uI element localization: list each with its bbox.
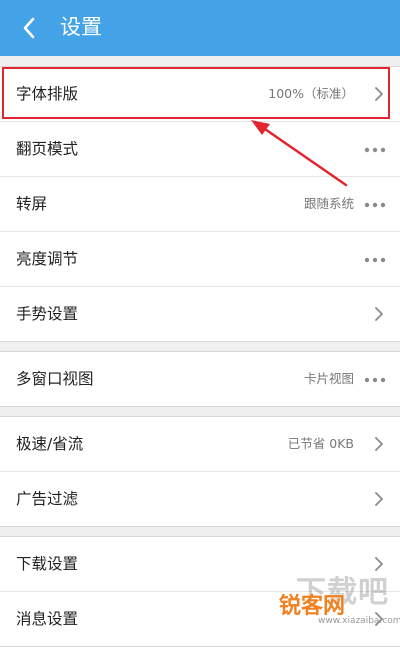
settings-row-font-layout[interactable]: 字体排版 100%（标准）: [0, 67, 400, 122]
settings-group-windows: 多窗口视图 卡片视图: [0, 351, 400, 407]
row-label: 字体排版: [16, 85, 79, 103]
row-label: 翻页模式: [16, 140, 79, 158]
row-label: 转屏: [16, 195, 48, 213]
row-label: 消息设置: [16, 610, 79, 628]
settings-group-network: 极速/省流 已节省 0KB 广告过滤: [0, 416, 400, 527]
row-label: 多窗口视图: [16, 370, 94, 388]
chevron-right-icon: [375, 492, 383, 506]
settings-row-gestures[interactable]: 手势设置: [0, 287, 400, 341]
settings-row-data-saver[interactable]: 极速/省流 已节省 0KB: [0, 417, 400, 472]
title-bar: 设置: [0, 0, 400, 56]
chevron-left-icon[interactable]: [18, 14, 42, 42]
settings-row-brightness[interactable]: 亮度调节: [0, 232, 400, 287]
more-dots-icon: [364, 257, 386, 263]
row-value: 100%（标准）: [268, 86, 354, 101]
row-value: 已节省 0KB: [287, 436, 354, 451]
row-label: 广告过滤: [16, 490, 79, 508]
row-value: 跟随系统: [303, 196, 354, 211]
more-dots-icon: [364, 202, 386, 208]
more-dots-icon: [364, 147, 386, 153]
more-dots-icon: [364, 377, 386, 383]
row-label: 极速/省流: [16, 435, 84, 453]
settings-row-ad-filter[interactable]: 广告过滤: [0, 472, 400, 526]
chevron-right-icon: [375, 307, 383, 321]
row-label: 下载设置: [16, 555, 79, 573]
settings-row-rotation[interactable]: 转屏 跟随系统: [0, 177, 400, 232]
settings-group-reading: 字体排版 100%（标准） 翻页模式 转屏 跟随系统 亮度调节 手势设置: [0, 66, 400, 342]
chevron-right-icon: [375, 87, 383, 101]
watermark-url: www.xiazaiba.com: [318, 616, 400, 626]
settings-row-page-turn[interactable]: 翻页模式: [0, 122, 400, 177]
row-label: 亮度调节: [16, 250, 79, 268]
row-value: 卡片视图: [303, 371, 354, 386]
row-label: 手势设置: [16, 305, 79, 323]
chevron-right-icon: [375, 437, 383, 451]
settings-row-multi-window[interactable]: 多窗口视图 卡片视图: [0, 352, 400, 406]
page-title: 设置: [60, 15, 102, 39]
